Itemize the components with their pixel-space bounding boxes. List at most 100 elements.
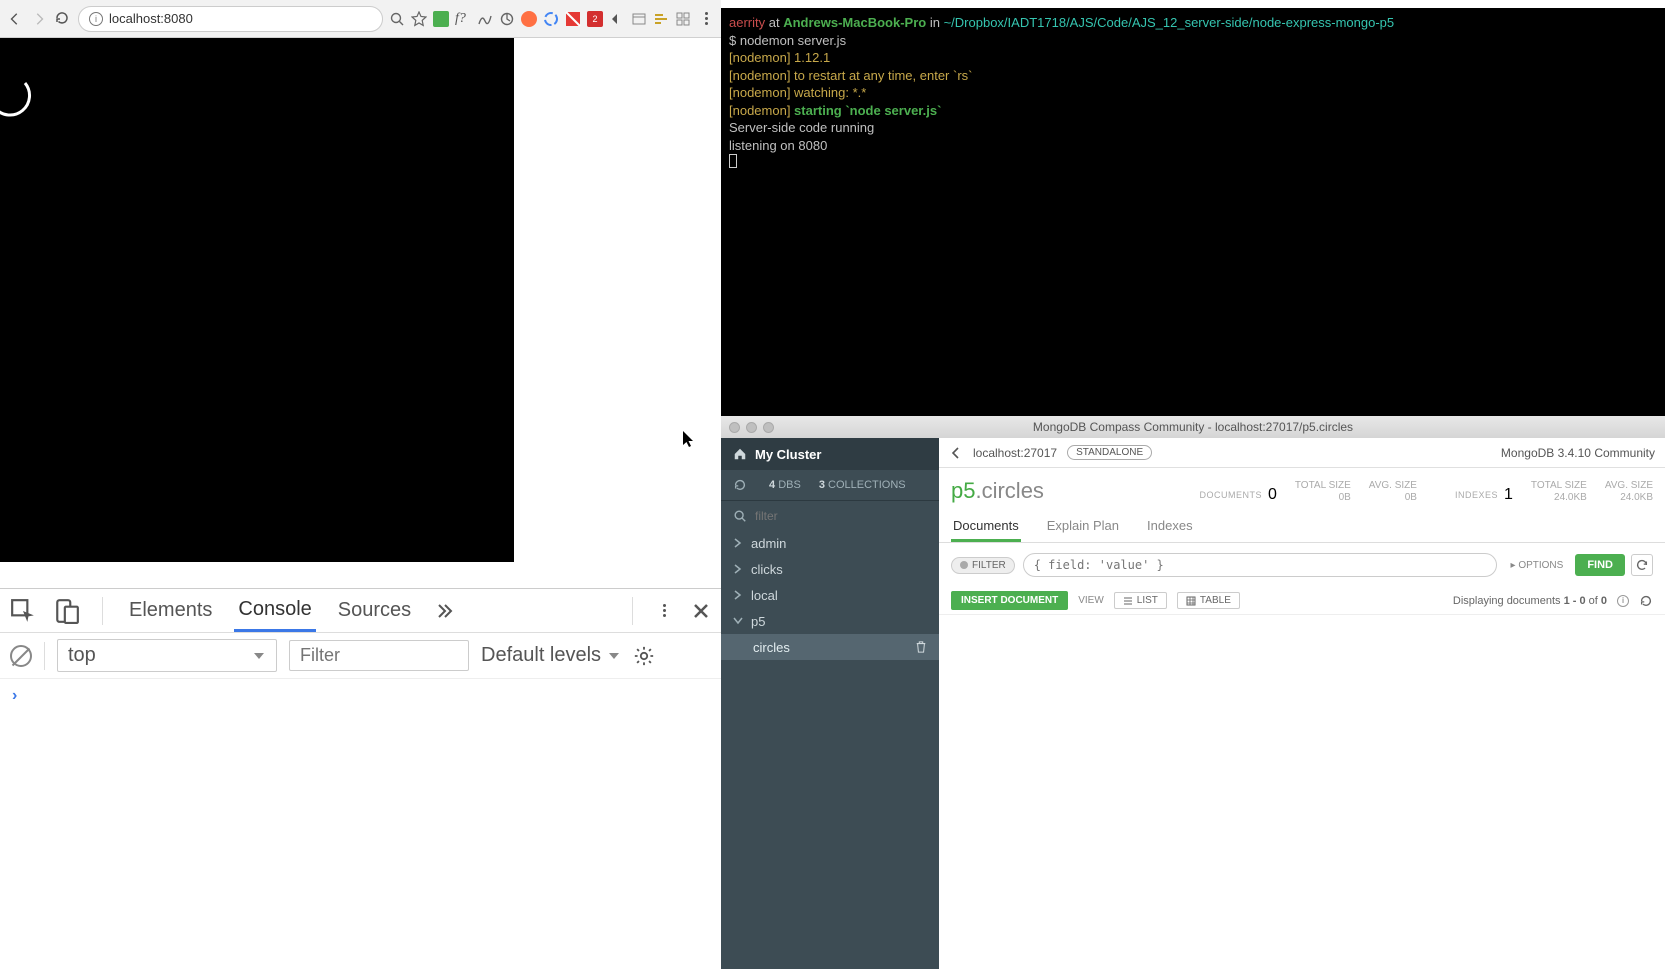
tab-documents[interactable]: Documents — [951, 512, 1021, 542]
stat-label: INDEXES — [1455, 490, 1498, 500]
namespace-name: p5.circles — [951, 478, 1044, 504]
db-name: p5 — [751, 614, 765, 629]
refresh-icon[interactable] — [1639, 594, 1653, 608]
ext-icon-7[interactable] — [565, 11, 581, 27]
compass-main: localhost:27017 STANDALONE MongoDB 3.4.1… — [939, 438, 1665, 969]
inspect-icon[interactable] — [10, 598, 36, 624]
display-count: Displaying documents 1 - 0 of 0 — [1453, 595, 1607, 607]
query-filterbar: FILTER ▸ OPTIONS FIND — [939, 543, 1665, 587]
chevron-right-icon — [733, 564, 743, 574]
tab-console[interactable]: Console — [234, 590, 315, 632]
options-toggle[interactable]: ▸ OPTIONS — [1505, 556, 1570, 575]
console-body[interactable]: › — [0, 679, 721, 713]
reload-button[interactable] — [54, 10, 72, 28]
console-toolbar: top Default levels — [0, 633, 721, 679]
ext-icon-8[interactable]: 2 — [587, 11, 603, 27]
stat-value: 24.0KB — [1620, 492, 1653, 504]
ext-icon-1[interactable] — [433, 11, 449, 27]
stat-label: AVG. SIZE — [1605, 480, 1653, 492]
context-selector[interactable]: top — [57, 639, 277, 672]
stat-value: 0B — [1339, 492, 1351, 504]
collection-name: circles — [753, 640, 790, 655]
toolbar-icons: f? 2 — [389, 11, 691, 27]
ext-icon-9[interactable] — [609, 11, 625, 27]
back-button[interactable] — [6, 10, 24, 28]
filter-input[interactable] — [1023, 553, 1497, 577]
ext-icon-6[interactable] — [543, 11, 559, 27]
stat-label: AVG. SIZE — [1369, 480, 1417, 492]
collection-item[interactable]: circles — [721, 634, 939, 660]
undo-icon — [1635, 558, 1649, 572]
db-item[interactable]: clicks — [721, 556, 939, 582]
console-prompt-icon: › — [12, 687, 17, 704]
url-text: localhost:8080 — [109, 11, 193, 26]
table-icon — [1186, 596, 1196, 606]
ext-icon-10[interactable] — [631, 11, 647, 27]
ext-icon-3[interactable] — [477, 11, 493, 27]
table-view-button[interactable]: TABLE — [1177, 592, 1240, 609]
devtools-menu[interactable] — [655, 602, 673, 620]
back-icon[interactable] — [949, 446, 963, 460]
more-tabs-icon[interactable] — [433, 601, 453, 621]
ext-icon-11[interactable] — [653, 11, 669, 27]
p5-canvas[interactable] — [0, 38, 514, 562]
tab-indexes[interactable]: Indexes — [1145, 512, 1195, 542]
terminal-line: Server-side code running — [729, 119, 1443, 137]
terminal-line: aerrity at Andrews-MacBook-Pro in ~/Drop… — [729, 14, 1443, 32]
host-label: localhost:27017 — [973, 446, 1057, 460]
terminal-line: [nodemon] to restart at any time, enter … — [729, 67, 1443, 85]
stat-label: TOTAL SIZE — [1295, 480, 1351, 492]
stat-value: 0B — [1405, 492, 1417, 504]
compass-sidebar: My Cluster 4 DBS 3 COLLECTIONS admin cli… — [721, 438, 939, 969]
collection-tabs: Documents Explain Plan Indexes — [939, 504, 1665, 543]
browser-window: i localhost:8080 f? 2 — [0, 0, 721, 588]
window-title: MongoDB Compass Community - localhost:27… — [721, 420, 1665, 434]
console-filter-input[interactable] — [289, 640, 469, 671]
tab-sources[interactable]: Sources — [334, 591, 415, 630]
chevron-right-icon — [733, 538, 743, 548]
db-name: local — [751, 588, 778, 603]
sidebar-filter-input[interactable] — [755, 509, 927, 523]
url-bar[interactable]: i localhost:8080 — [78, 6, 383, 32]
star-icon[interactable] — [411, 11, 427, 27]
db-name: clicks — [751, 562, 783, 577]
db-item[interactable]: admin — [721, 530, 939, 556]
clear-console-icon[interactable] — [10, 645, 32, 667]
db-item-expanded[interactable]: p5 — [721, 608, 939, 634]
list-view-button[interactable]: LIST — [1114, 592, 1167, 609]
forward-button[interactable] — [30, 10, 48, 28]
cluster-header[interactable]: My Cluster — [721, 438, 939, 470]
compass-body: My Cluster 4 DBS 3 COLLECTIONS admin cli… — [721, 438, 1665, 969]
device-toggle-icon[interactable] — [54, 598, 80, 624]
browser-menu[interactable] — [697, 10, 715, 28]
db-item[interactable]: local — [721, 582, 939, 608]
log-levels[interactable]: Default levels — [481, 644, 621, 667]
namespace-header: p5.circles DOCUMENTS0 TOTAL SIZE0B AVG. … — [939, 468, 1665, 504]
chevron-down-icon — [252, 649, 266, 663]
ext-icon-2[interactable]: f? — [455, 11, 471, 27]
zoom-icon[interactable] — [389, 11, 405, 27]
ext-icon-12[interactable] — [675, 11, 691, 27]
devtools-panel: Elements Console Sources top Default lev… — [0, 588, 721, 969]
refresh-icon[interactable] — [733, 478, 747, 492]
stat-value: 1 — [1504, 486, 1513, 504]
close-devtools-icon[interactable] — [691, 601, 711, 621]
info-icon[interactable]: i — [1617, 595, 1629, 607]
ext-icon-4[interactable] — [499, 11, 515, 27]
stat-value: 0 — [1268, 486, 1277, 504]
site-info-icon[interactable]: i — [89, 12, 103, 26]
find-button[interactable]: FIND — [1575, 554, 1625, 576]
stat-value: 24.0KB — [1554, 492, 1587, 504]
compass-titlebar[interactable]: MongoDB Compass Community - localhost:27… — [721, 416, 1665, 438]
compass-window: MongoDB Compass Community - localhost:27… — [721, 416, 1665, 969]
insert-document-button[interactable]: INSERT DOCUMENT — [951, 591, 1068, 610]
trash-icon[interactable] — [915, 641, 927, 653]
tab-elements[interactable]: Elements — [125, 591, 216, 630]
stat-label: DOCUMENTS — [1199, 490, 1262, 500]
gear-icon[interactable] — [633, 645, 655, 667]
terminal-window[interactable]: aerrity at Andrews-MacBook-Pro in ~/Drop… — [721, 8, 1451, 416]
tab-explain[interactable]: Explain Plan — [1045, 512, 1121, 542]
reset-button[interactable] — [1631, 554, 1653, 576]
ext-icon-5[interactable] — [521, 11, 537, 27]
db-list: admin clicks local p5 circles — [721, 530, 939, 969]
